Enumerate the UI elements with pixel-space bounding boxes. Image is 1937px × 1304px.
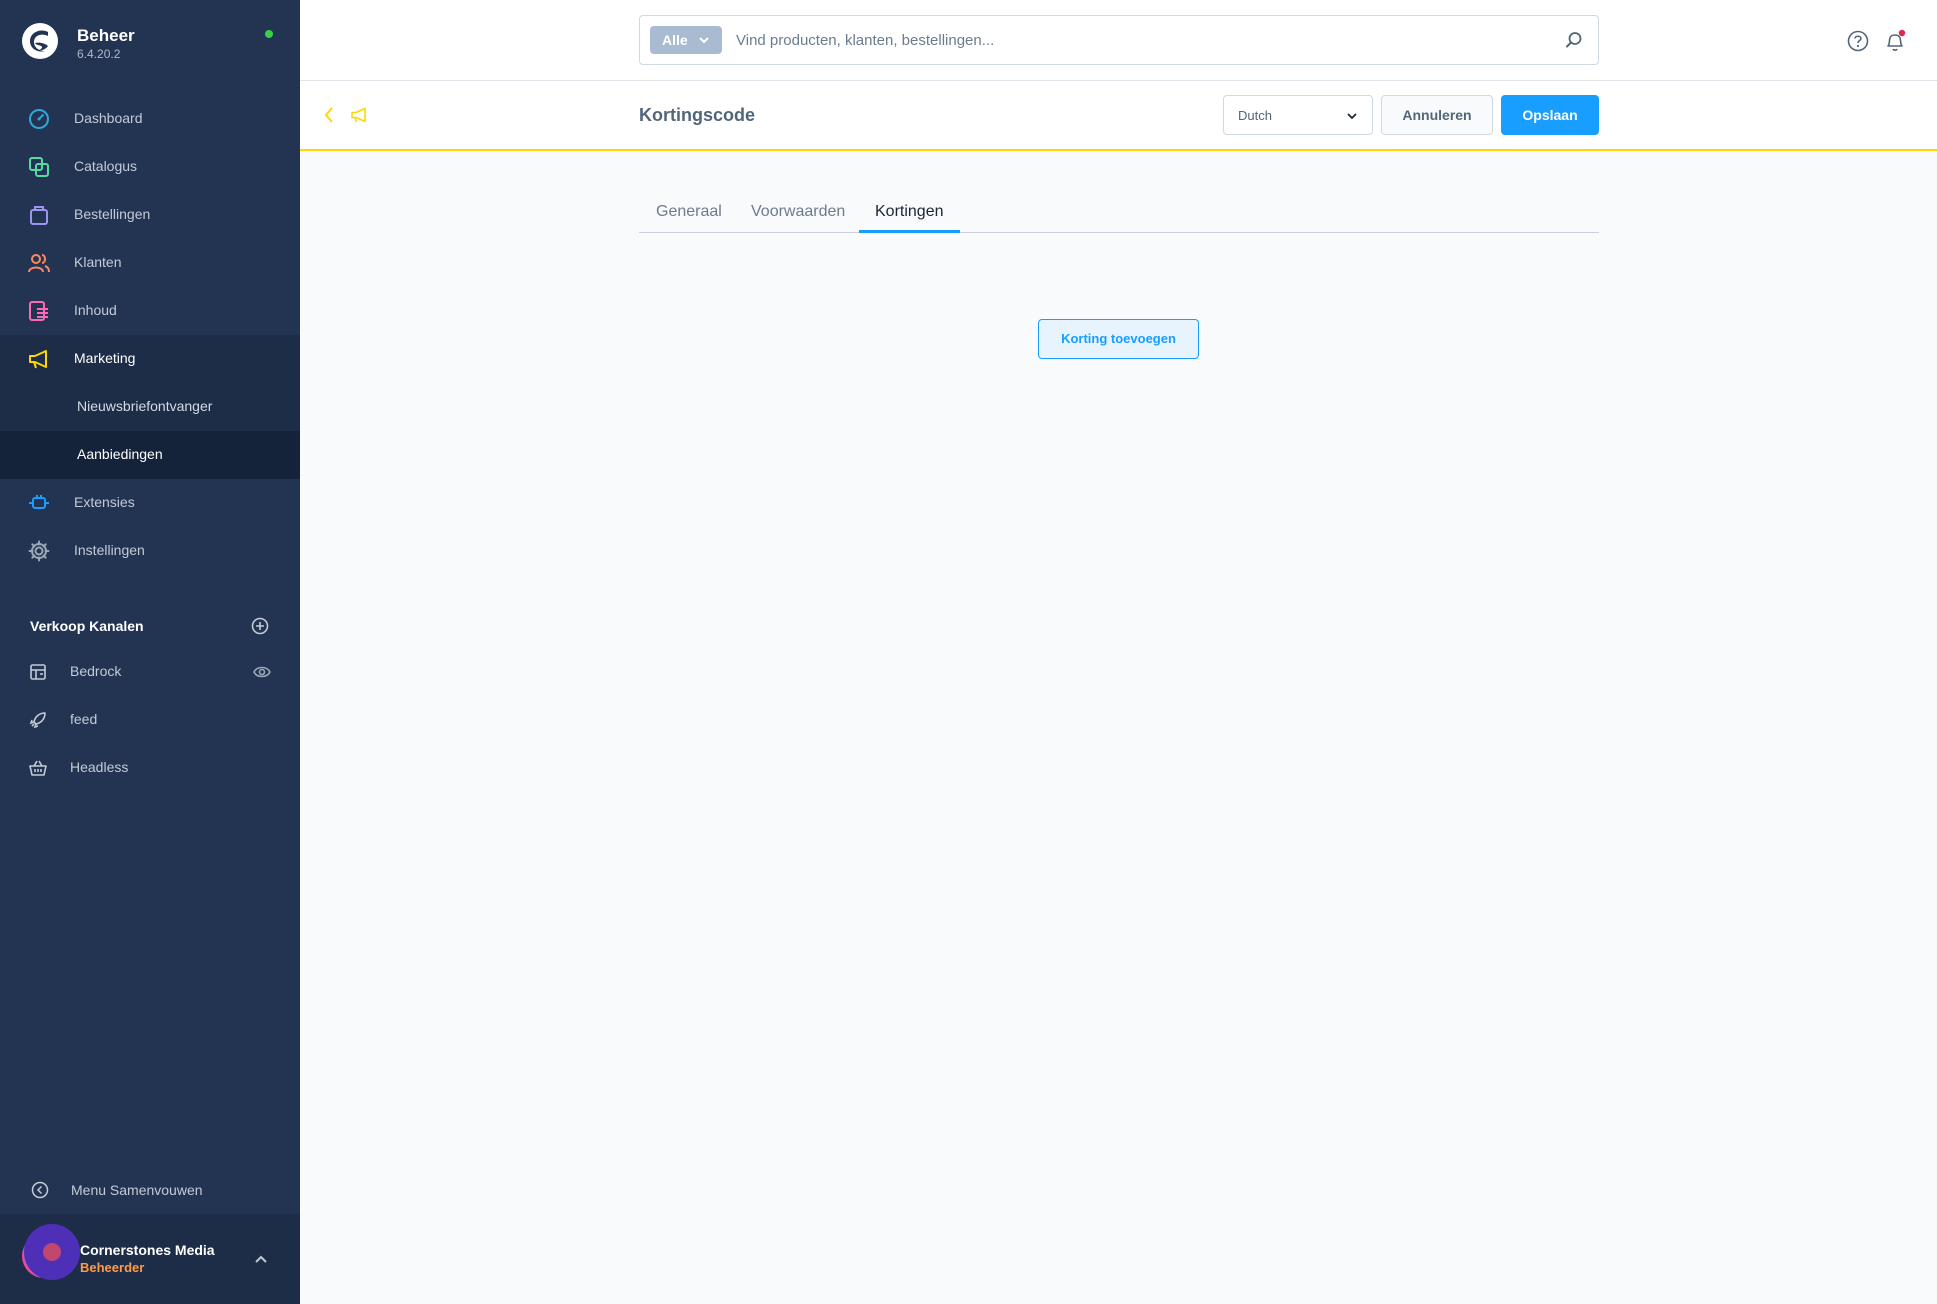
sidebar-item-klanten[interactable]: Klanten (0, 239, 300, 287)
sidebar-subitem-nieuwsbriefontvanger[interactable]: Nieuwsbriefontvanger (0, 383, 300, 431)
tab-kortingen[interactable]: Kortingen (875, 203, 944, 221)
search-icon[interactable] (1565, 31, 1583, 49)
basket-icon (29, 760, 47, 776)
rocket-icon (29, 712, 46, 729)
sales-channel-label: feed (70, 711, 98, 727)
sidebar-item-label: Bestellingen (74, 206, 151, 222)
active-tab-indicator (859, 230, 960, 233)
sidebar-item-label: Klanten (74, 254, 122, 270)
collapse-menu-button[interactable]: Menu Samenvouwen (0, 1166, 300, 1214)
notification-bell-icon[interactable] (1883, 29, 1907, 53)
status-indicator (265, 30, 273, 38)
global-search: Alle (639, 15, 1599, 65)
app-version: 6.4.20.2 (77, 47, 121, 61)
sidebar-item-dashboard[interactable]: Dashboard (0, 95, 300, 143)
sidebar-item-inhoud[interactable]: Inhoud (0, 287, 300, 335)
chevron-down-icon (699, 37, 709, 44)
orders-bag-icon (30, 206, 48, 225)
language-select-value: Dutch (1238, 108, 1272, 123)
sidebar-item-label: Catalogus (74, 158, 138, 174)
extensions-plug-icon (29, 495, 49, 509)
top-bar: Alle (300, 0, 1937, 81)
chevron-up-icon[interactable] (254, 1252, 268, 1266)
storefront-icon (30, 664, 46, 680)
sales-channel-bedrock[interactable]: Bedrock (0, 648, 300, 696)
chevron-left-circle-icon (31, 1181, 49, 1199)
sidebar-item-label: Marketing (74, 350, 136, 366)
collapse-menu-label: Menu Samenvouwen (71, 1182, 203, 1198)
search-input[interactable] (736, 28, 1536, 52)
tab-voorwaarden[interactable]: Voorwaarden (751, 203, 845, 221)
page-title: Kortingscode (639, 105, 756, 125)
help-icon[interactable] (1847, 30, 1869, 52)
sidebar-item-label: Dashboard (74, 110, 143, 126)
add-sales-channel-icon[interactable] (251, 617, 269, 635)
sales-channel-label: Headless (70, 759, 129, 775)
sidebar-item-extensies[interactable]: Extensies (0, 479, 300, 527)
language-select[interactable]: Dutch (1223, 95, 1373, 135)
avatar[interactable] (20, 1222, 80, 1282)
search-type-dropdown[interactable]: Alle (650, 26, 722, 54)
sidebar-item-label: Inhoud (74, 302, 117, 318)
cancel-button[interactable]: Annuleren (1381, 95, 1493, 135)
marketing-megaphone-icon (29, 350, 47, 369)
customers-users-icon (28, 254, 50, 273)
sales-channels-title: Verkoop Kanalen (30, 618, 144, 634)
sidebar-item-catalogus[interactable]: Catalogus (0, 143, 300, 191)
shopware-logo-icon (22, 23, 58, 59)
brand-header: Beheer 6.4.20.2 (0, 0, 300, 86)
sidebar: Beheer 6.4.20.2 Dashboard Catalogus Best… (0, 0, 300, 1304)
sidebar-subitem-label: Nieuwsbriefontvanger (77, 398, 213, 414)
tab-bar: Generaal Voorwaarden Kortingen (639, 195, 1599, 233)
sidebar-item-bestellingen[interactable]: Bestellingen (0, 191, 300, 239)
save-button[interactable]: Opslaan (1501, 95, 1599, 135)
sidebar-item-label: Extensies (74, 494, 135, 510)
back-chevron-icon[interactable] (322, 105, 336, 125)
sidebar-subitem-label: Aanbiedingen (77, 446, 163, 462)
chevron-down-icon (1347, 113, 1357, 120)
settings-gear-icon (28, 540, 50, 562)
add-discount-button[interactable]: Korting toevoegen (1038, 319, 1199, 359)
sales-channel-headless[interactable]: Headless (0, 744, 300, 792)
eye-icon[interactable] (253, 664, 271, 680)
search-type-label: Alle (662, 32, 688, 48)
tab-generaal[interactable]: Generaal (656, 203, 722, 221)
marketing-megaphone-icon (351, 107, 366, 123)
content-list-icon (29, 301, 48, 321)
user-role: Beheerder (80, 1260, 145, 1275)
sales-channel-feed[interactable]: feed (0, 696, 300, 744)
dashboard-gauge-icon (29, 109, 49, 129)
sidebar-item-instellingen[interactable]: Instellingen (0, 527, 300, 575)
app-title: Beheer (77, 26, 135, 45)
sidebar-item-label: Instellingen (74, 542, 145, 558)
sales-channel-label: Bedrock (70, 663, 122, 679)
smart-bar: Kortingscode Dutch Annuleren Opslaan (300, 81, 1937, 151)
sidebar-item-marketing[interactable]: Marketing (0, 335, 300, 383)
sidebar-subitem-aanbiedingen[interactable]: Aanbiedingen (0, 431, 300, 479)
catalog-copy-icon (29, 157, 49, 177)
user-name: Cornerstones Media (80, 1242, 215, 1258)
